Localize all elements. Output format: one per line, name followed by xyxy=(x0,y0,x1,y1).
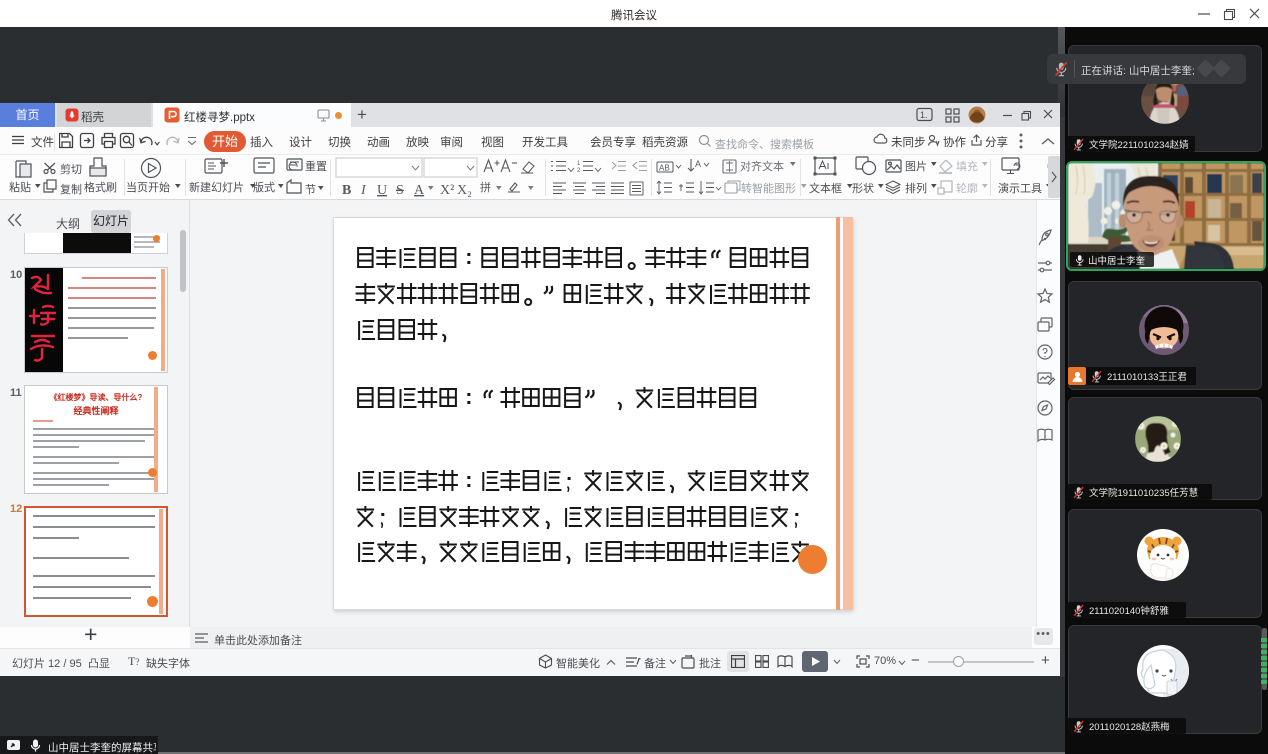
svg-text:1.: 1. xyxy=(920,110,928,120)
svg-text:填充: 填充 xyxy=(956,159,978,173)
svg-text:轮廓: 轮廓 xyxy=(956,181,978,195)
svg-text:图片: 图片 xyxy=(905,160,927,173)
svg-text:排列: 排列 xyxy=(905,181,927,195)
svg-text:演示工具: 演示工具 xyxy=(998,181,1042,195)
